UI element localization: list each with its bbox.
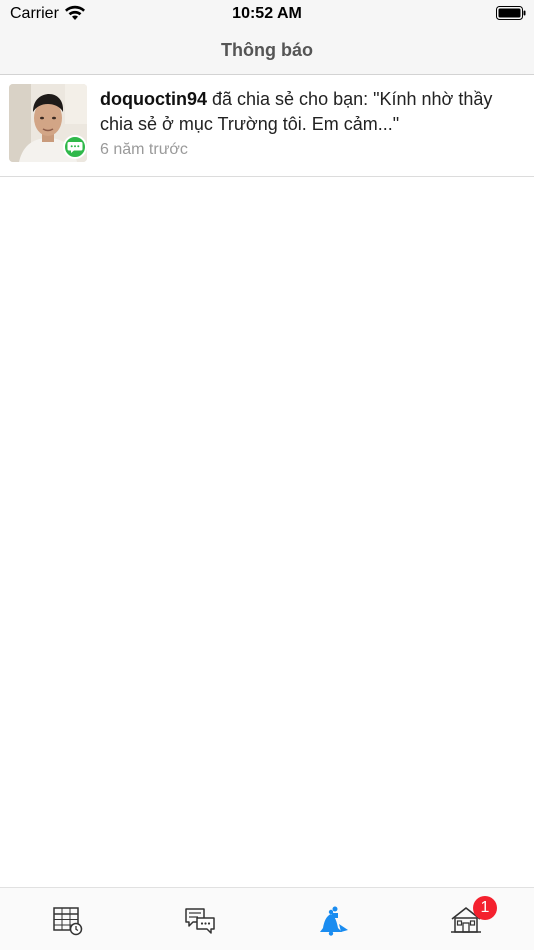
battery-icon bbox=[496, 6, 526, 20]
notification-username: doquoctin94 bbox=[100, 89, 207, 109]
tab-notifications[interactable] bbox=[266, 888, 399, 950]
chat-bubble-icon bbox=[63, 135, 87, 159]
notifications-screen: Carrier 10:52 AM Thông báo doquoctin94 đ… bbox=[0, 0, 534, 950]
notification-item[interactable]: doquoctin94 đã chia sẻ cho bạn: "Kính nh… bbox=[0, 75, 534, 177]
notification-message: doquoctin94 đã chia sẻ cho bạn: "Kính nh… bbox=[100, 87, 528, 137]
notification-count-badge: 1 bbox=[473, 896, 497, 920]
tab-timetable[interactable] bbox=[0, 888, 133, 950]
tab-school[interactable]: 1 bbox=[399, 888, 532, 950]
notification-list: doquoctin94 đã chia sẻ cho bạn: "Kính nh… bbox=[0, 75, 534, 177]
page-title: Thông báo bbox=[221, 40, 313, 60]
notifications-icon bbox=[319, 906, 348, 936]
messages-icon bbox=[184, 908, 215, 934]
tab-bar: 1 bbox=[0, 887, 534, 950]
top-bar-area: Carrier 10:52 AM Thông báo bbox=[0, 0, 534, 75]
timetable-icon bbox=[52, 907, 82, 936]
status-bar: Carrier 10:52 AM bbox=[0, 0, 534, 28]
navigation-bar: Thông báo bbox=[0, 28, 534, 74]
status-time: 10:52 AM bbox=[232, 5, 302, 22]
notification-time: 6 năm trước bbox=[100, 141, 188, 158]
tab-messages[interactable] bbox=[133, 888, 266, 950]
